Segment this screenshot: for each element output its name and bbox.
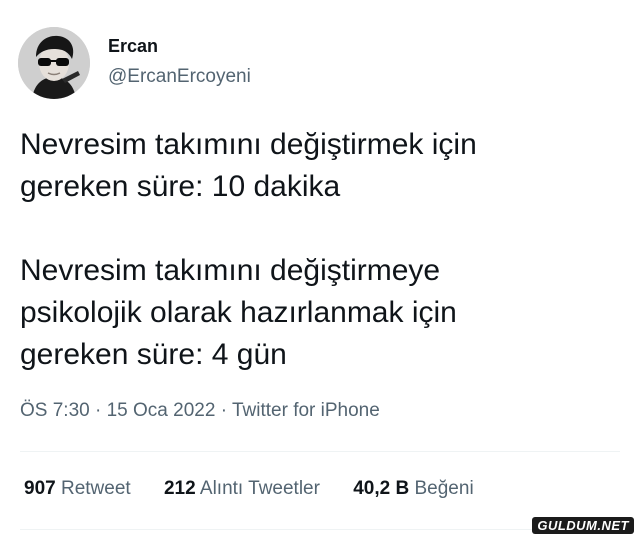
tweet-stats: 907 Retweet 212 Alıntı Tweetler 40,2 B B…: [24, 478, 502, 500]
tweet-meta: ÖS 7:30 · 15 Oca 2022 · Twitter for iPho…: [20, 400, 380, 422]
likes-stat[interactable]: 40,2 B Beğeni: [353, 478, 473, 500]
quotes-stat[interactable]: 212 Alıntı Tweetler: [164, 478, 320, 500]
tweet-paragraph: Nevresim takımını değiştirmeye psikoloji…: [20, 254, 457, 371]
quotes-label: Alıntı Tweetler: [199, 478, 320, 499]
tweet-date[interactable]: 15 Oca 2022: [107, 400, 216, 421]
avatar[interactable]: [18, 27, 90, 99]
profile-photo-image: [18, 27, 90, 99]
likes-count: 40,2 B: [353, 478, 410, 499]
author-display-name[interactable]: Ercan: [108, 36, 158, 57]
retweets-stat[interactable]: 907 Retweet: [24, 478, 131, 500]
author-handle[interactable]: @ErcanErcoyeni: [108, 66, 251, 88]
tweet-text: Nevresim takımını değiştirmek için gerek…: [20, 124, 620, 376]
tweet-source[interactable]: Twitter for iPhone: [232, 400, 380, 421]
retweets-label: Retweet: [60, 478, 131, 499]
divider: [20, 451, 620, 452]
meta-separator: ·: [89, 400, 107, 421]
likes-label: Beğeni: [414, 478, 474, 499]
watermark: GULDUM.NET: [532, 517, 634, 534]
retweets-count: 907: [24, 478, 56, 499]
meta-separator: ·: [215, 400, 232, 421]
tweet-time[interactable]: ÖS 7:30: [20, 400, 90, 421]
quotes-count: 212: [163, 478, 196, 499]
tweet-paragraph: Nevresim takımını değiştirmek için gerek…: [20, 128, 477, 203]
divider: [20, 529, 620, 530]
